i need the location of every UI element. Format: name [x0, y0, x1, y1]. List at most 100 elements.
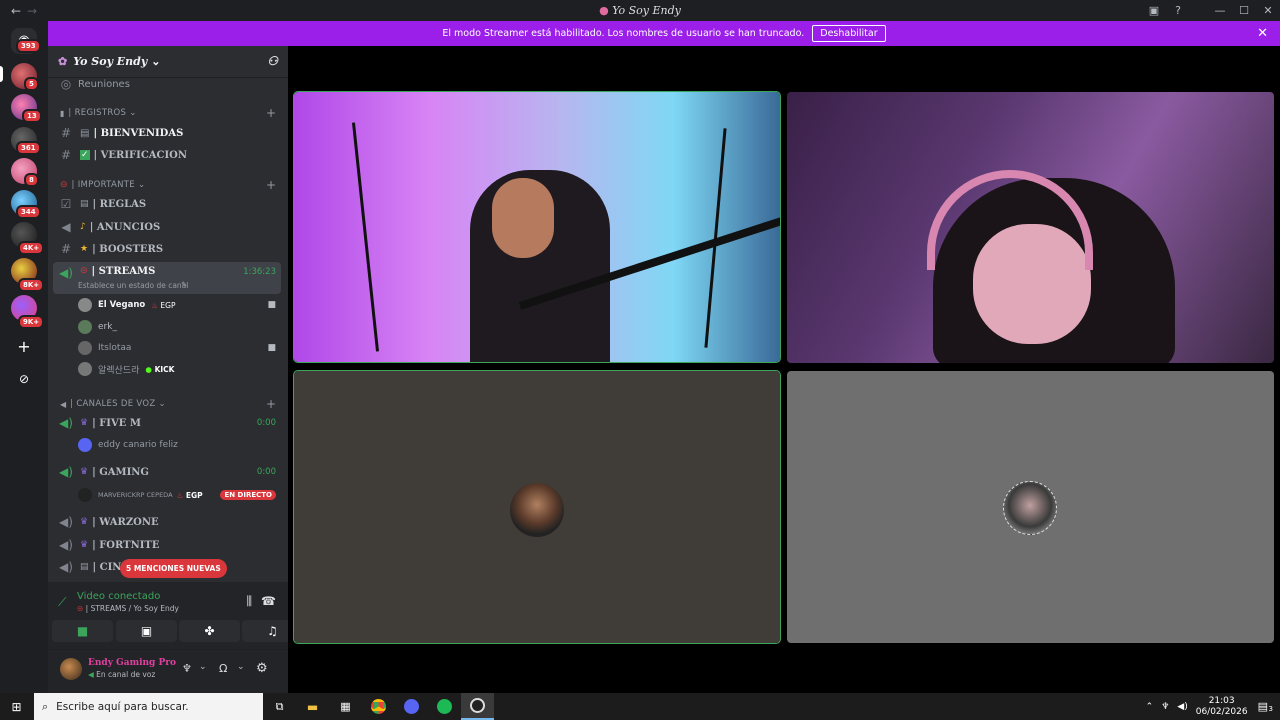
notification-count: 3 [1268, 705, 1273, 713]
channel-streams[interactable]: ◀) ⊝ | STREAMS 1:36:23 Establece un esta… [53, 262, 281, 294]
close-banner-icon[interactable]: ✕ [1257, 26, 1268, 41]
disconnect-icon[interactable]: ☎ [261, 594, 276, 608]
chevron-down-icon: ⌄ [129, 108, 137, 118]
taskbar-search-input[interactable]: ⌕ Escribe aquí para buscar. [34, 693, 263, 720]
add-channel-icon[interactable]: + [266, 397, 276, 411]
server-badge-1: 5 [24, 77, 39, 91]
activities-button[interactable]: ✤ [179, 620, 240, 642]
voice-user[interactable]: El Vegano ♨ EGP ■ [48, 297, 288, 313]
channel-status-text[interactable]: Establece un estado de canal [78, 281, 188, 290]
no-entry-icon: ⊝ [80, 266, 88, 276]
category-importante-label: | IMPORTANTE [71, 180, 135, 190]
noise-suppression-icon[interactable]: ⫼ [246, 594, 252, 609]
voice-user[interactable]: erk_ [48, 319, 288, 335]
category-registros[interactable]: ▮ | REGISTROS ⌄ + [48, 106, 288, 120]
channel-anuncios[interactable]: ◀ ♪ | ANUNCIOS [48, 218, 288, 236]
disable-button[interactable]: Deshabilitar [812, 25, 886, 42]
explore-icon[interactable]: ⊘ [11, 366, 37, 392]
gear-icon[interactable]: ⚙ [256, 661, 268, 676]
invite-icon[interactable]: ⚇ [267, 54, 278, 68]
speaker-icon: ◀ [88, 670, 97, 679]
voice-user[interactable]: MARVERICKRP CEPEDA ♨ EGP EN DIRECTO [48, 487, 288, 503]
category-importante[interactable]: ⊝ | IMPORTANTE ⌄ + [48, 178, 288, 192]
help-icon[interactable]: ? [1166, 4, 1190, 17]
user-status-text: En canal de voz [96, 670, 156, 679]
video-tile-4[interactable] [787, 371, 1274, 643]
store-icon[interactable]: ▦ [329, 693, 362, 720]
channel-boosters-label: | BOOSTERS [92, 243, 164, 255]
maximize-icon[interactable]: ☐ [1232, 4, 1256, 17]
voice-user[interactable]: eddy canario feliz [48, 437, 288, 453]
avatar [78, 320, 92, 334]
fire-icon: ♨ [176, 490, 184, 500]
channel-warzone[interactable]: ◀) ♛ | WARZONE [48, 513, 288, 531]
signal-icon[interactable]: ⟋ [58, 595, 66, 610]
spotify-icon[interactable] [428, 693, 461, 720]
channel-verificacion[interactable]: # ✓ | VERIFICACION [48, 146, 288, 164]
video-tile-1[interactable] [293, 91, 781, 363]
search-placeholder: Escribe aquí para buscar. [56, 700, 189, 713]
add-channel-icon[interactable]: + [266, 106, 276, 120]
channel-boosters[interactable]: # ★ | BOOSTERS [48, 240, 288, 258]
category-voz[interactable]: ◀ | CANALES DE VOZ ⌄ + [48, 397, 288, 411]
headphones-icon[interactable]: Ω [219, 662, 227, 675]
windows-start-icon[interactable]: ⊞ [0, 693, 33, 720]
speaker-icon: ◀) [59, 538, 73, 552]
megaphone-icon: ◀ [61, 220, 71, 234]
server-list: ◉ 393 5 13 361 8 344 4K+ 8K+ 9K+ + ⊘ [0, 21, 48, 693]
fire-icon: ♨ [151, 300, 159, 310]
speaker-icon: ◀) [59, 515, 73, 529]
channel-bienvenidas[interactable]: # ▤ | BIENVENIDAS [48, 124, 288, 142]
chevron-down-icon[interactable]: ⌄ [237, 662, 245, 672]
chevron-down-icon[interactable]: ⌄ [199, 662, 207, 672]
screen-share-button[interactable]: ▣ [116, 620, 177, 642]
microphone-icon[interactable]: ♆ [1161, 702, 1169, 712]
voice-user-tag-text: KICK [154, 364, 175, 374]
voice-channel[interactable]: ⊝ | STREAMS / Yo Soy Endy [77, 604, 179, 613]
camera-button[interactable]: ■ [52, 620, 113, 642]
file-explorer-icon[interactable]: ▬ [296, 693, 329, 720]
chevron-up-icon[interactable]: ⌃ [1146, 702, 1154, 712]
server-icon: ● [599, 4, 613, 17]
inbox-icon[interactable]: ▣ [1142, 4, 1166, 17]
user-name[interactable]: Endy Gaming Pro [88, 658, 176, 668]
close-icon[interactable]: ✕ [1256, 4, 1280, 17]
channel-fortnite[interactable]: ◀) ♛ | FORTNITE [48, 536, 288, 554]
minimize-icon[interactable]: — [1208, 4, 1232, 17]
voice-user-name: 알렉산드라 [98, 365, 140, 376]
microphone-icon[interactable]: ♆ [182, 662, 192, 675]
new-mentions-pill[interactable]: 5 MENCIONES NUEVAS [120, 559, 227, 578]
video-tile-2[interactable] [787, 92, 1274, 363]
kick-icon: ● [145, 364, 152, 374]
video-tile-3[interactable] [293, 370, 781, 644]
task-view-icon[interactable]: ⧉ [263, 693, 296, 720]
channel-reuniones[interactable]: ◎ Reuniones [48, 77, 288, 91]
chevron-down-icon: ⌄ [137, 180, 146, 190]
add-channel-icon[interactable]: + [266, 178, 276, 192]
discord-app-icon[interactable] [395, 693, 428, 720]
avatar [78, 362, 92, 376]
server-header[interactable]: ✿ Yo Soy Endy ⌄ ⚇ [48, 46, 288, 78]
avatar[interactable] [60, 658, 82, 680]
channel-reglas[interactable]: ☑ ▤ | REGLAS [48, 195, 288, 213]
chrome-icon[interactable] [362, 693, 395, 720]
streams-timer: 1:36:23 [243, 267, 276, 277]
clock[interactable]: 21:03 06/02/2026 [1196, 696, 1248, 718]
server-badge-4: 8 [24, 173, 39, 187]
channel-reuniones-label: Reuniones [78, 78, 130, 90]
volume-icon[interactable]: ◀) [1177, 702, 1187, 712]
notifications-icon[interactable]: ▤ 3 [1258, 700, 1273, 713]
server-badge-7: 8K+ [18, 278, 45, 292]
channel-gaming[interactable]: ◀) ♛ | GAMING 0:00 [48, 463, 288, 481]
emoji-icon: ▤ [80, 562, 89, 572]
category-icon: ▮ [60, 108, 65, 118]
add-server-icon[interactable]: + [11, 334, 37, 360]
voice-user[interactable]: 알렉산드라 ● KICK [48, 361, 288, 377]
home-badge: 393 [16, 39, 41, 53]
voice-user[interactable]: Itslotaa ■ [48, 340, 288, 356]
voice-status[interactable]: Video conectado [77, 591, 160, 602]
obs-icon[interactable] [461, 693, 494, 720]
channel-fivem[interactable]: ◀) ♛ | FIVE M 0:00 [48, 414, 288, 432]
gaming-timer: 0:00 [256, 467, 276, 477]
pencil-icon[interactable]: ✎ [181, 280, 187, 289]
